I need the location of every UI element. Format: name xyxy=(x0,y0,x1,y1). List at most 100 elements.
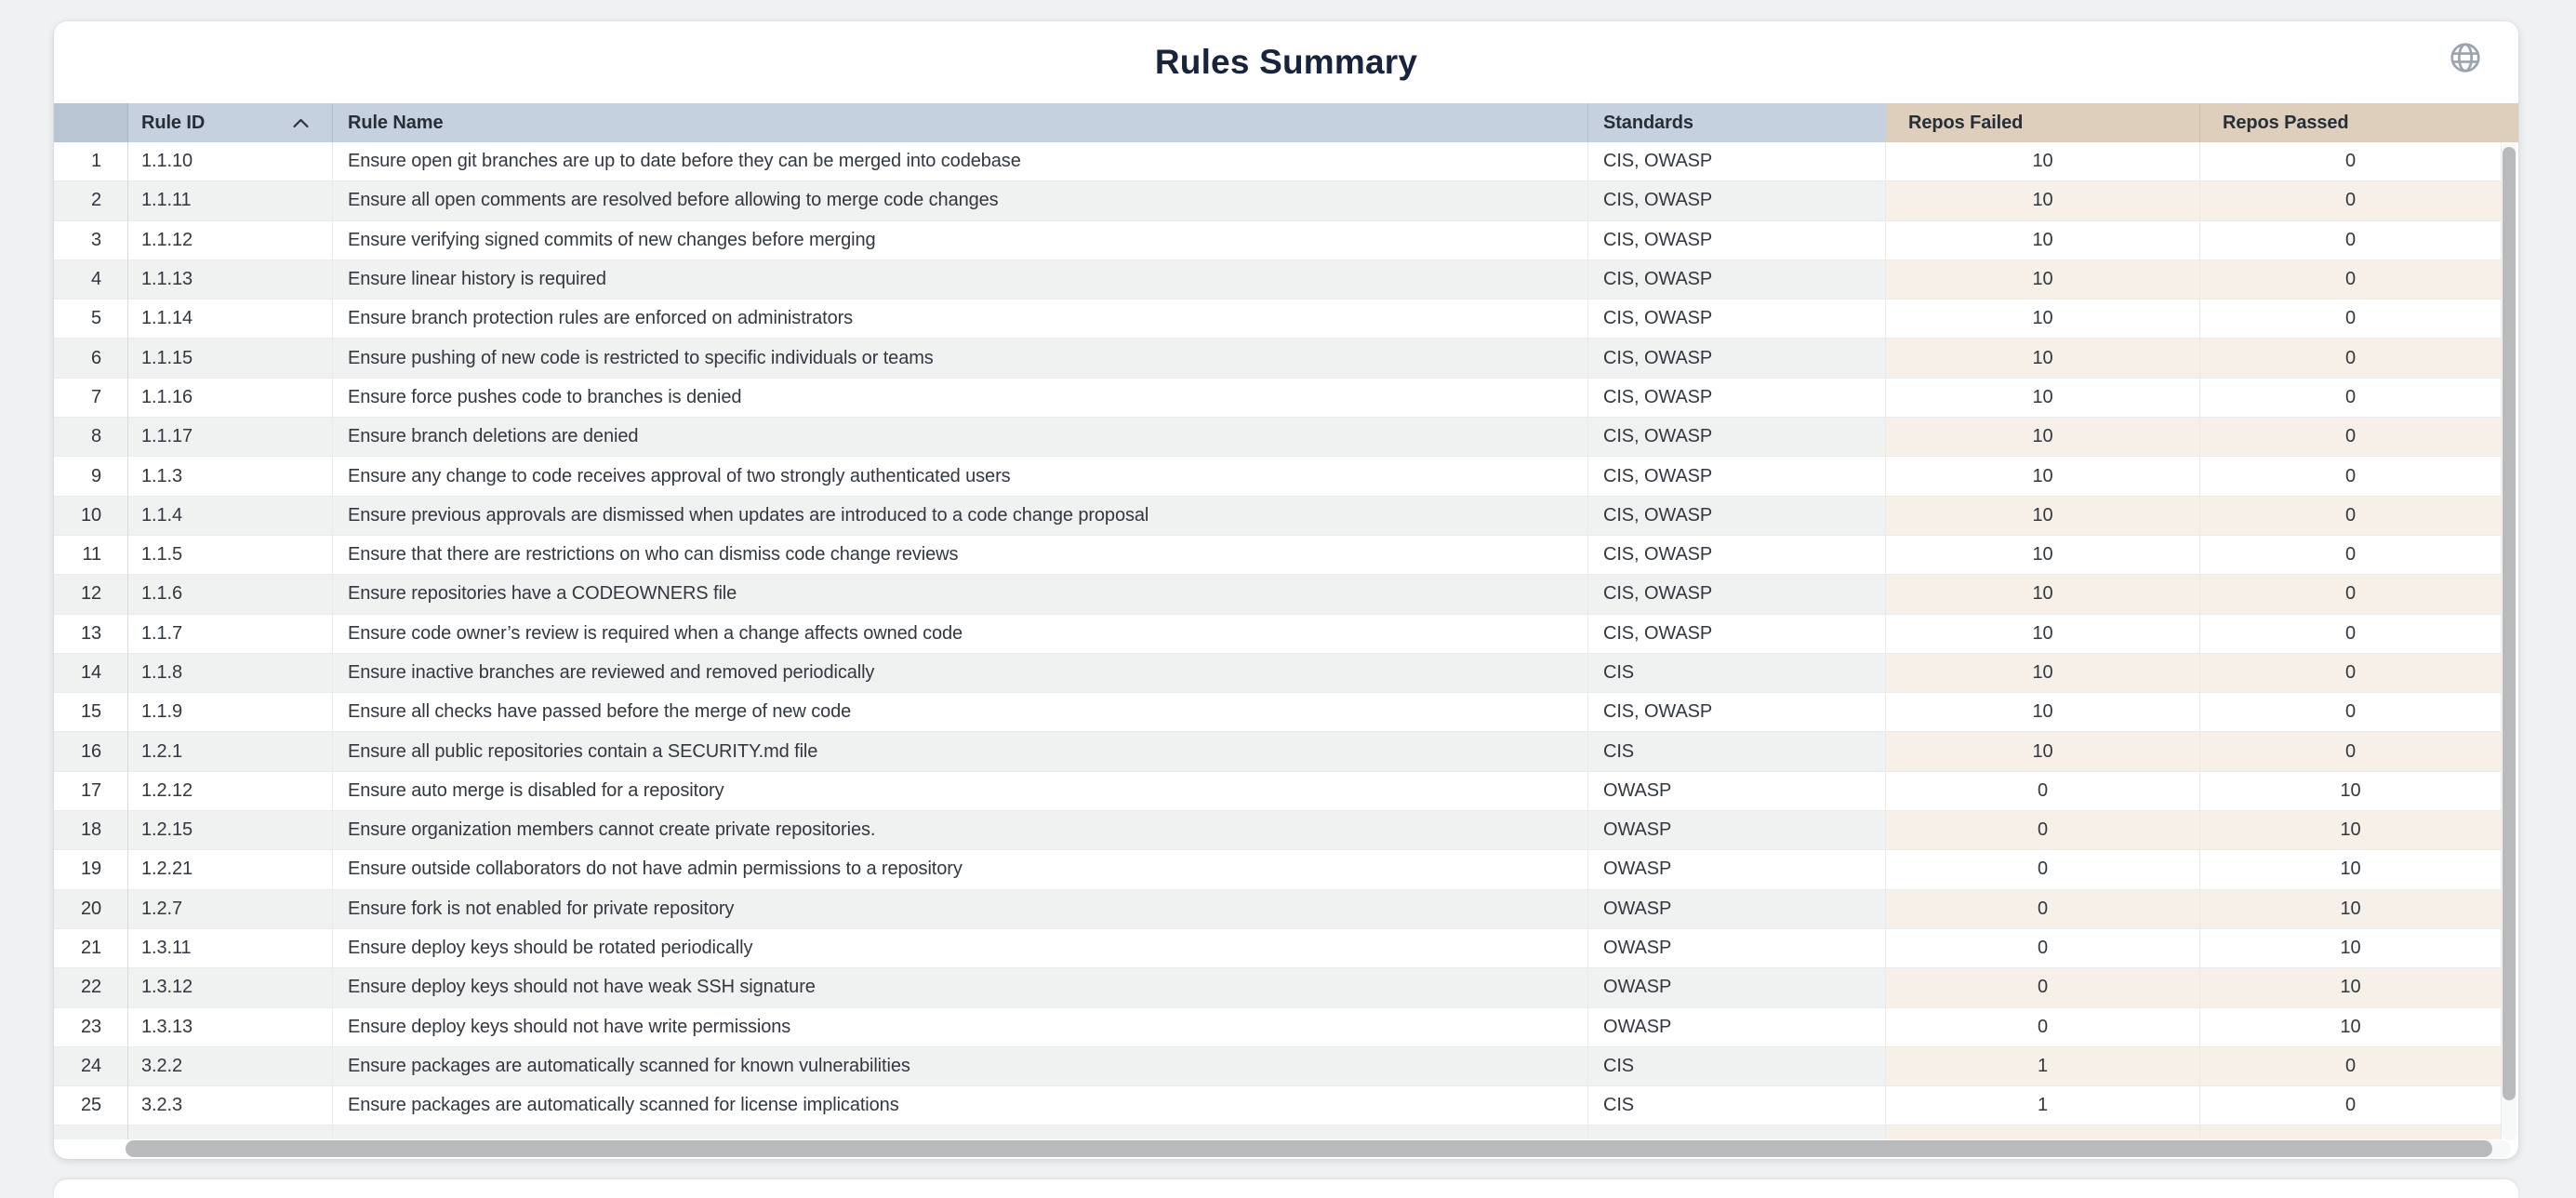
table-row[interactable]: 181.2.15Ensure organization members cann… xyxy=(54,811,2518,850)
cell-rule-id[interactable]: 1.1.10 xyxy=(128,142,333,181)
cell-row-number[interactable]: 9 xyxy=(54,457,128,496)
cell-row-number[interactable]: 20 xyxy=(54,890,128,929)
cell-repos-passed[interactable]: 0 xyxy=(2200,497,2502,536)
cell-repos-failed[interactable]: 10 xyxy=(1886,181,2200,220)
cell-standards[interactable]: CIS, OWASP xyxy=(1588,181,1886,220)
cell-repos-passed[interactable]: 10 xyxy=(2200,1008,2502,1047)
cell-standards[interactable]: OWASP xyxy=(1588,811,1886,850)
cell-standards[interactable]: CIS xyxy=(1588,654,1886,693)
cell-rule-id[interactable]: 1.1.6 xyxy=(128,575,333,614)
cell-rule-name[interactable]: Ensure deploy keys should be rotated per… xyxy=(333,929,1588,968)
cell-repos-failed[interactable]: 10 xyxy=(1886,418,2200,457)
table-row[interactable]: 91.1.3Ensure any change to code receives… xyxy=(54,457,2518,496)
cell-standards[interactable]: OWASP xyxy=(1588,772,1886,811)
cell-repos-passed[interactable]: 0 xyxy=(2200,142,2502,181)
cell-standards[interactable]: CIS, OWASP xyxy=(1588,575,1886,614)
horizontal-scrollbar-thumb[interactable] xyxy=(126,1140,2492,1157)
cell-repos-passed[interactable]: 0 xyxy=(2200,418,2502,457)
cell-rule-id[interactable]: 1.1.5 xyxy=(128,536,333,575)
cell-rule-id[interactable]: 1.1.3 xyxy=(128,457,333,496)
cell-repos-passed[interactable]: 0 xyxy=(2200,1086,2502,1125)
cell-repos-passed[interactable]: 0 xyxy=(2200,181,2502,220)
table-row[interactable]: 111.1.5Ensure that there are restriction… xyxy=(54,536,2518,575)
cell-repos-passed[interactable]: 0 xyxy=(2200,379,2502,418)
horizontal-scrollbar[interactable] xyxy=(126,1140,2511,1157)
cell-repos-passed[interactable]: 0 xyxy=(2200,300,2502,339)
cell-repos-passed[interactable]: 0 xyxy=(2200,339,2502,378)
cell-repos-failed[interactable]: 10 xyxy=(1886,339,2200,378)
cell-repos-passed[interactable]: 10 xyxy=(2200,811,2502,850)
cell-rule-name[interactable]: Ensure that there are restrictions on wh… xyxy=(333,536,1588,575)
cell-standards[interactable]: OWASP xyxy=(1588,890,1886,929)
header-cell-rule-id[interactable]: Rule ID xyxy=(128,103,333,142)
cell-standards[interactable]: CIS, OWASP xyxy=(1588,418,1886,457)
cell-row-number[interactable]: 18 xyxy=(54,811,128,850)
cell-repos-passed[interactable]: 0 xyxy=(2200,260,2502,300)
cell-rule-name[interactable]: Ensure all open comments are resolved be… xyxy=(333,181,1588,220)
cell-row-number[interactable]: 15 xyxy=(54,693,128,732)
table-row[interactable]: 61.1.15Ensure pushing of new code is res… xyxy=(54,339,2518,378)
table-row[interactable]: 141.1.8Ensure inactive branches are revi… xyxy=(54,654,2518,693)
cell-repos-passed[interactable]: 0 xyxy=(2200,221,2502,260)
cell-repos-passed[interactable]: 10 xyxy=(2200,929,2502,968)
table-row[interactable]: 21.1.11Ensure all open comments are reso… xyxy=(54,181,2518,220)
cell-standards[interactable]: CIS, OWASP xyxy=(1588,339,1886,378)
cell-rule-id[interactable]: 1.1.17 xyxy=(128,418,333,457)
cell-row-number[interactable]: 17 xyxy=(54,772,128,811)
cell-rule-id[interactable]: 1.1.12 xyxy=(128,221,333,260)
cell-rule-name[interactable]: Ensure previous approvals are dismissed … xyxy=(333,497,1588,536)
cell-repos-failed[interactable]: 10 xyxy=(1886,615,2200,654)
cell-rule-name[interactable]: Ensure outside collaborators do not have… xyxy=(333,850,1588,889)
table-row[interactable]: 201.2.7Ensure fork is not enabled for pr… xyxy=(54,890,2518,929)
cell-rule-id[interactable]: 1.1.9 xyxy=(128,693,333,732)
cell-row-number[interactable]: 24 xyxy=(54,1047,128,1086)
cell-rule-name[interactable]: Ensure open git branches are up to date … xyxy=(333,142,1588,181)
cell-rule-name[interactable]: Ensure organization members cannot creat… xyxy=(333,811,1588,850)
cell-repos-passed[interactable]: 0 xyxy=(2200,615,2502,654)
cell-standards[interactable]: CIS, OWASP xyxy=(1588,260,1886,300)
cell-rule-id[interactable]: 1.1.7 xyxy=(128,615,333,654)
cell-rule-id[interactable]: 1.1.8 xyxy=(128,654,333,693)
header-cell-row-number[interactable] xyxy=(54,103,128,142)
cell-repos-passed[interactable]: 0 xyxy=(2200,536,2502,575)
cell-rule-id[interactable]: 1.3.13 xyxy=(128,1008,333,1047)
cell-rule-id[interactable]: 1.3.11 xyxy=(128,929,333,968)
cell-repos-passed[interactable]: 10 xyxy=(2200,890,2502,929)
cell-repos-failed[interactable]: 0 xyxy=(1886,929,2200,968)
cell-repos-failed[interactable]: 10 xyxy=(1886,654,2200,693)
cell-repos-failed[interactable]: 10 xyxy=(1886,732,2200,771)
table-row[interactable]: 191.2.21Ensure outside collaborators do … xyxy=(54,850,2518,889)
cell-rule-id[interactable]: 1.2.21 xyxy=(128,850,333,889)
table-row[interactable]: 243.2.2Ensure packages are automatically… xyxy=(54,1047,2518,1086)
cell-rule-name[interactable]: Ensure linear history is required xyxy=(333,260,1588,300)
cell-row-number[interactable]: 10 xyxy=(54,497,128,536)
table-row[interactable]: 161.2.1Ensure all public repositories co… xyxy=(54,732,2518,771)
cell-standards[interactable]: CIS, OWASP xyxy=(1588,221,1886,260)
cell-repos-failed[interactable]: 0 xyxy=(1886,968,2200,1007)
table-row[interactable]: 71.1.16Ensure force pushes code to branc… xyxy=(54,379,2518,418)
cell-rule-name[interactable]: Ensure all checks have passed before the… xyxy=(333,693,1588,732)
cell-rule-name[interactable]: Ensure pushing of new code is restricted… xyxy=(333,339,1588,378)
cell-rule-id[interactable]: 1.2.12 xyxy=(128,772,333,811)
cell-repos-failed[interactable]: 10 xyxy=(1886,536,2200,575)
cell-row-number[interactable]: 1 xyxy=(54,142,128,181)
cell-row-number[interactable]: 5 xyxy=(54,300,128,339)
header-cell-repos-passed[interactable]: Repos Passed xyxy=(2200,103,2518,142)
vertical-scrollbar[interactable] xyxy=(2502,142,2516,1140)
cell-rule-name[interactable]: Ensure any change to code receives appro… xyxy=(333,457,1588,496)
cell-row-number[interactable]: 21 xyxy=(54,929,128,968)
cell-repos-failed[interactable]: 1 xyxy=(1886,1047,2200,1086)
cell-standards[interactable]: CIS, OWASP xyxy=(1588,300,1886,339)
cell-row-number[interactable]: 16 xyxy=(54,732,128,771)
cell-rule-id[interactable]: 3.2.3 xyxy=(128,1086,333,1125)
table-row[interactable]: 131.1.7Ensure code owner’s review is req… xyxy=(54,615,2518,654)
table-row[interactable]: 151.1.9Ensure all checks have passed bef… xyxy=(54,693,2518,732)
cell-standards[interactable]: CIS xyxy=(1588,1047,1886,1086)
cell-repos-failed[interactable]: 0 xyxy=(1886,772,2200,811)
cell-standards[interactable]: CIS, OWASP xyxy=(1588,457,1886,496)
cell-row-number[interactable]: 6 xyxy=(54,339,128,378)
header-cell-rule-name[interactable]: Rule Name xyxy=(333,103,1588,142)
cell-rule-id[interactable]: 1.1.11 xyxy=(128,181,333,220)
cell-row-number[interactable]: 12 xyxy=(54,575,128,614)
cell-row-number[interactable]: 11 xyxy=(54,536,128,575)
